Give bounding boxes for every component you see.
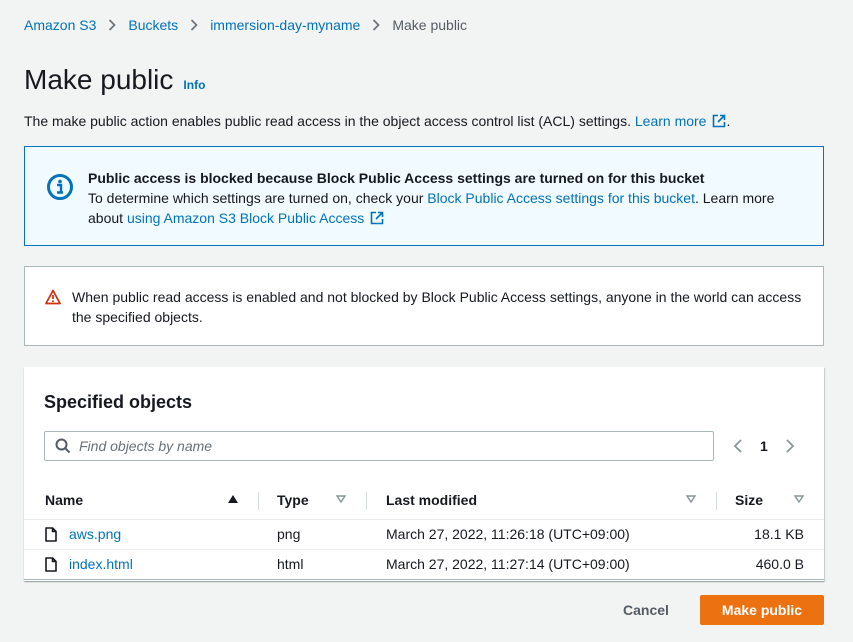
cell-size: 18.1 KB — [716, 519, 824, 550]
info-circle-icon — [47, 174, 73, 200]
column-divider — [366, 492, 367, 510]
learn-more-label: Learn more — [634, 113, 707, 129]
table-row: aws.png png March 27, 2022, 11:26:18 (UT… — [24, 519, 824, 550]
object-link[interactable]: aws.png — [69, 526, 121, 542]
breadcrumb-current: Make public — [392, 17, 468, 33]
objects-table: Name Type Last modified Size aws.png png… — [24, 481, 824, 580]
sort-ascending-icon[interactable] — [228, 495, 238, 503]
page-number[interactable]: 1 — [760, 438, 768, 454]
public-access-warning: When public read access is enabled and n… — [24, 266, 824, 346]
page-title: Make public Info — [24, 64, 205, 96]
cell-type: png — [258, 519, 366, 550]
column-last-modified-label: Last modified — [386, 491, 478, 508]
column-size-label: Size — [735, 491, 764, 508]
learn-more-link[interactable]: Learn more — [635, 113, 727, 129]
chevron-right-icon[interactable] — [784, 438, 796, 454]
object-link[interactable]: index.html — [69, 556, 133, 572]
block-public-access-alert: Public access is blocked because Block P… — [24, 146, 824, 246]
description-text: The make public action enables public re… — [24, 113, 631, 129]
column-type[interactable]: Type — [258, 481, 366, 520]
sort-icon[interactable] — [794, 495, 804, 503]
external-link-icon — [370, 211, 384, 225]
page-title-text: Make public — [24, 64, 174, 95]
file-icon — [45, 527, 57, 542]
column-divider — [258, 492, 259, 510]
sort-icon[interactable] — [686, 495, 696, 503]
alert-title: Public access is blocked because Block P… — [88, 170, 705, 186]
cell-name: index.html — [24, 549, 258, 580]
breadcrumb-buckets[interactable]: Buckets — [128, 17, 178, 33]
page-description: The make public action enables public re… — [24, 113, 731, 129]
alert-text: Public access is blocked because Block P… — [88, 168, 808, 228]
table-header-row: Name Type Last modified Size — [24, 481, 824, 520]
cell-name: aws.png — [24, 519, 258, 550]
chevron-right-icon — [190, 19, 198, 31]
chevron-left-icon[interactable] — [732, 438, 744, 454]
warning-triangle-icon — [45, 289, 61, 305]
column-name-label: Name — [45, 491, 84, 508]
info-link[interactable]: Info — [183, 78, 205, 92]
breadcrumb-amazon-s3[interactable]: Amazon S3 — [24, 17, 96, 33]
chevron-right-icon — [372, 19, 380, 31]
column-type-label: Type — [277, 491, 309, 508]
specified-objects-panel: Specified objects 1 Name Type — [24, 367, 824, 581]
cancel-button[interactable]: Cancel — [608, 595, 684, 625]
warning-text: When public read access is enabled and n… — [72, 289, 802, 325]
table-row: index.html html March 27, 2022, 11:27:14… — [24, 549, 824, 580]
breadcrumb: Amazon S3 Buckets immersion-day-myname M… — [24, 17, 467, 33]
sort-icon[interactable] — [336, 495, 346, 503]
column-size[interactable]: Size — [716, 481, 824, 520]
chevron-right-icon — [108, 19, 117, 31]
alert-body: To determine which settings are turned o… — [88, 188, 808, 228]
column-divider — [716, 492, 717, 510]
cell-type: html — [258, 549, 366, 580]
external-link-icon — [713, 114, 726, 128]
cell-size: 460.0 B — [716, 549, 824, 580]
search-input[interactable] — [79, 438, 679, 454]
bpa-settings-link[interactable]: Block Public Access settings for this bu… — [427, 190, 695, 206]
search-field[interactable] — [44, 431, 714, 461]
cell-modified: March 27, 2022, 11:27:14 (UTC+09:00) — [366, 549, 716, 580]
bpa-docs-link[interactable]: using Amazon S3 Block Public Access — [127, 210, 384, 226]
breadcrumb-bucket[interactable]: immersion-day-myname — [210, 17, 360, 33]
column-name[interactable]: Name — [24, 481, 258, 520]
make-public-button[interactable]: Make public — [700, 595, 824, 625]
bpa-docs-label: using Amazon S3 Block Public Access — [126, 210, 365, 226]
cell-modified: March 27, 2022, 11:26:18 (UTC+09:00) — [366, 519, 716, 550]
alert-body-text: To determine which settings are turned o… — [88, 190, 428, 206]
pagination: 1 — [732, 431, 796, 461]
panel-title: Specified objects — [44, 392, 193, 412]
search-icon — [55, 438, 71, 454]
file-icon — [45, 557, 57, 572]
column-last-modified[interactable]: Last modified — [366, 481, 716, 520]
